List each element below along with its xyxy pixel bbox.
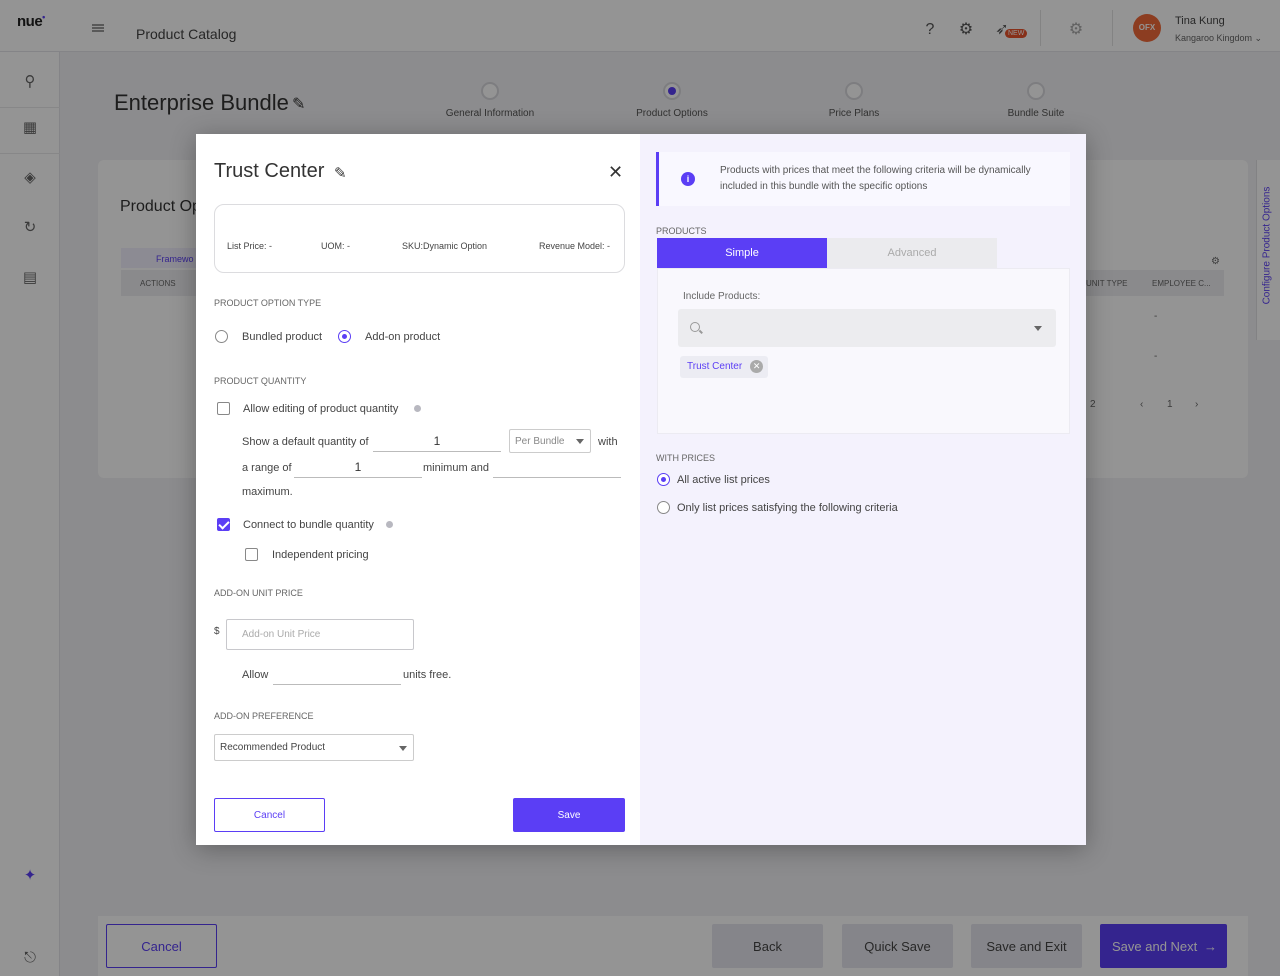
range-min-input[interactable] [294, 456, 422, 478]
info-icon[interactable] [386, 521, 393, 528]
uom: UOM: - [321, 241, 350, 251]
caret-down-icon [576, 439, 584, 444]
independent-pricing-checkbox[interactable] [245, 548, 258, 561]
allow-edit-checkbox[interactable] [217, 402, 230, 415]
criteria-prices-label: Only list prices satisfying the followin… [677, 502, 898, 514]
modal-title: Trust Center [214, 160, 325, 182]
range-max-input[interactable] [493, 456, 621, 478]
independent-pricing-label: Independent pricing [272, 549, 369, 561]
notice-text: Products with prices that meet the follo… [720, 165, 1031, 192]
selected-product-chip: Trust Center ✕ [680, 356, 769, 378]
units-free-label: units free. [403, 669, 452, 681]
info-icon: i [681, 172, 695, 186]
edit-icon[interactable]: ✎ [334, 164, 347, 182]
with-label: with [598, 436, 618, 448]
criteria-prices-radio[interactable] [657, 501, 670, 514]
quantity-label: PRODUCT QUANTITY [214, 376, 307, 386]
currency-symbol: $ [214, 626, 220, 637]
bundled-product-radio[interactable] [215, 330, 228, 343]
criteria-notice: i Products with prices that meet the fol… [656, 152, 1070, 206]
preference-label: ADD-ON PREFERENCE [214, 711, 314, 721]
tab-advanced[interactable]: Advanced [827, 238, 997, 268]
info-icon[interactable] [414, 405, 421, 412]
free-units-input[interactable] [273, 663, 401, 685]
allow-label: Allow [242, 669, 269, 681]
addon-product-label: Add-on product [365, 331, 441, 343]
close-icon[interactable]: ✕ [608, 162, 623, 183]
maximum-label: maximum. [242, 486, 293, 498]
modal-save-button[interactable]: Save [513, 798, 625, 832]
include-products-card: Include Products: Trust Center ✕ [657, 268, 1070, 434]
product-search-select[interactable] [678, 309, 1056, 347]
all-prices-radio[interactable] [657, 473, 670, 486]
products-label: PRODUCTS [656, 226, 707, 236]
list-price: List Price: - [227, 241, 273, 251]
addon-preference-select[interactable]: Recommended Product [214, 734, 414, 761]
addon-product-radio[interactable] [338, 330, 351, 343]
bundled-product-label: Bundled product [242, 331, 323, 343]
dynamic-criteria-panel: i Products with prices that meet the fol… [640, 134, 1086, 845]
connect-bundle-label: Connect to bundle quantity [243, 519, 374, 531]
unit-price-label: ADD-ON UNIT PRICE [214, 588, 303, 598]
default-quantity-input[interactable] [373, 430, 501, 452]
tab-simple[interactable]: Simple [657, 238, 827, 268]
remove-chip-icon[interactable]: ✕ [750, 360, 764, 373]
product-info-box: List Price: - UOM: - SKU:Dynamic Option … [214, 204, 625, 273]
include-products-label: Include Products: [683, 291, 761, 302]
per-bundle-select[interactable]: Per Bundle [509, 429, 591, 453]
product-option-modal: Trust Center ✎ ✕ List Price: - UOM: - SK… [196, 134, 1086, 845]
connect-bundle-checkbox[interactable] [217, 518, 230, 531]
all-prices-label: All active list prices [677, 474, 770, 486]
allow-edit-label: Allow editing of product quantity [243, 403, 399, 415]
with-prices-label: WITH PRICES [656, 453, 716, 463]
option-type-label: PRODUCT OPTION TYPE [214, 298, 322, 308]
caret-down-icon [1034, 326, 1042, 331]
minimum-and-label: minimum and [423, 462, 490, 474]
sku: SKU:Dynamic Option [402, 241, 488, 251]
range-of-label: a range of [242, 462, 292, 474]
modal-cancel-button[interactable]: Cancel [214, 798, 325, 832]
show-default-label: Show a default quantity of [242, 436, 369, 448]
revenue-model: Revenue Model: - [539, 241, 611, 251]
caret-down-icon [399, 746, 407, 751]
search-icon [690, 322, 700, 332]
addon-unit-price-input[interactable] [226, 619, 414, 650]
